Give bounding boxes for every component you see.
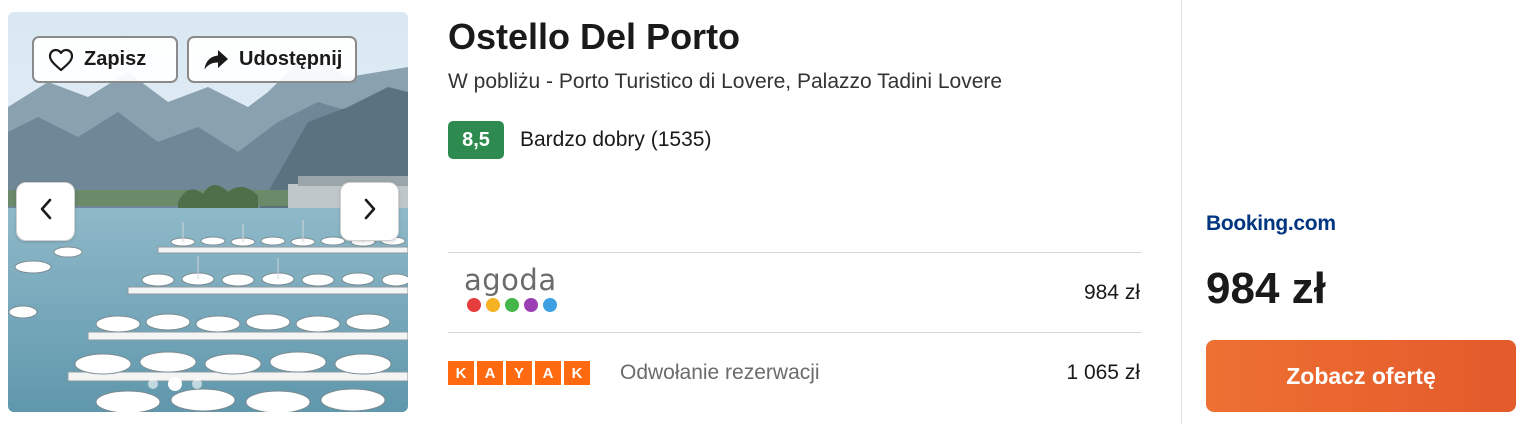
chevron-right-icon [363, 198, 377, 225]
best-deal-price: 984 zł [1206, 264, 1326, 313]
agoda-dot [543, 298, 557, 312]
share-button[interactable]: Udostępnij [187, 36, 357, 83]
kayak-logo: K A Y A K [448, 361, 590, 385]
offer-price-agoda: 984 zł [1083, 281, 1140, 304]
hotel-name[interactable]: Ostello Del Porto [448, 16, 740, 58]
pagination-dot-active[interactable] [168, 377, 182, 391]
pagination-dot[interactable] [148, 379, 158, 389]
kayak-logo-letter: A [477, 361, 503, 385]
agoda-logo: agoda [464, 263, 557, 312]
offer-row-kayak[interactable]: K A Y A K Odwołanie rezerwacji 1 065 zł [448, 332, 1142, 412]
kayak-logo-letter: K [564, 361, 590, 385]
kayak-logo-letter: A [535, 361, 561, 385]
kayak-logo-letter: Y [506, 361, 532, 385]
next-photo-button[interactable] [340, 182, 399, 241]
hotel-info: Ostello Del Porto W pobliżu - Porto Turi… [448, 0, 1142, 424]
chevron-left-icon [39, 198, 53, 225]
agoda-logo-dots [467, 298, 557, 312]
hotel-location: W pobliżu - Porto Turistico di Lovere, P… [448, 70, 1003, 93]
offer-price-kayak: 1 065 zł [1066, 361, 1140, 384]
hotel-photo-gallery[interactable]: Zapisz Udostępnij [8, 12, 408, 412]
column-divider [1181, 0, 1182, 424]
share-button-label: Udostępnij [239, 48, 343, 70]
save-button[interactable]: Zapisz [32, 36, 178, 83]
save-button-label: Zapisz [84, 48, 147, 70]
rating-score-badge: 8,5 [448, 121, 504, 159]
view-deal-button[interactable]: Zobacz ofertę [1206, 340, 1516, 412]
pagination-dot[interactable] [192, 379, 202, 389]
agoda-dot [486, 298, 500, 312]
agoda-dot [505, 298, 519, 312]
booking-logo: Booking.com [1206, 212, 1336, 235]
rating-row: 8,5 Bardzo dobry (1535) [448, 121, 711, 159]
offer-note-kayak: Odwołanie rezerwacji [620, 361, 820, 384]
gallery-pagination [148, 377, 202, 391]
agoda-logo-text: agoda [464, 263, 557, 297]
best-deal-panel: Booking.com 984 zł Zobacz ofertę [1206, 0, 1518, 424]
heart-icon [48, 48, 74, 72]
agoda-dot [524, 298, 538, 312]
agoda-dot [467, 298, 481, 312]
kayak-logo-letter: K [448, 361, 474, 385]
rating-label: Bardzo dobry (1535) [520, 128, 712, 151]
offer-row-agoda[interactable]: agoda 984 zł [448, 252, 1142, 332]
previous-photo-button[interactable] [16, 182, 75, 241]
share-arrow-icon [203, 49, 229, 71]
